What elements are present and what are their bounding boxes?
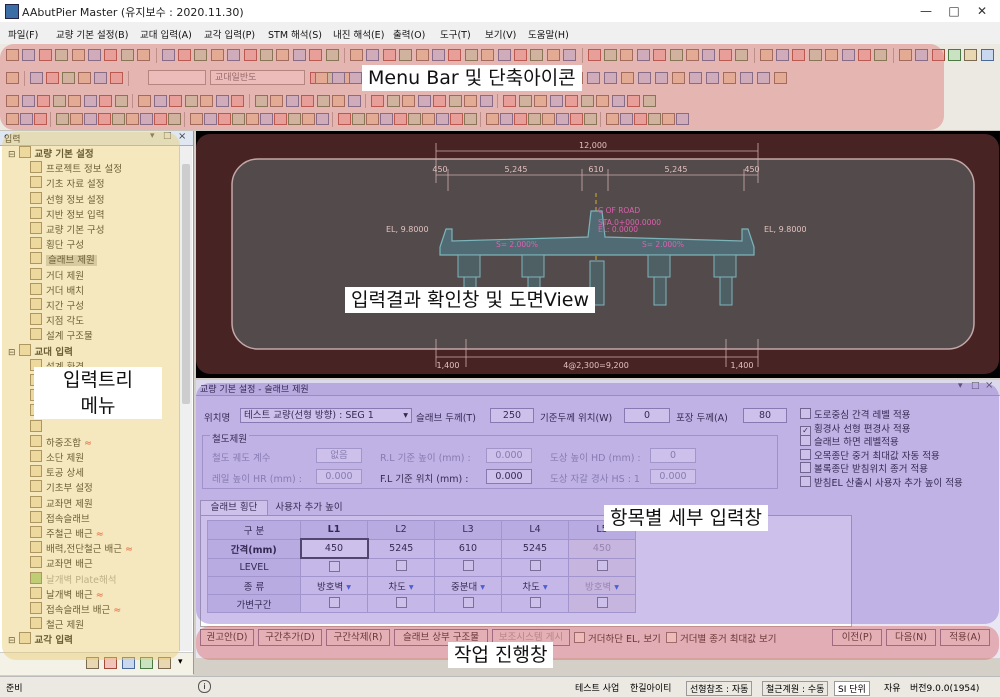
menu-output[interactable]: 출력(O): [393, 27, 425, 41]
toolbar-tool-icon[interactable]: [948, 49, 961, 61]
menu-file[interactable]: 파일(F): [8, 27, 38, 41]
tree-annotation: 입력트리 메뉴: [34, 367, 162, 419]
tree-scroll-thumb[interactable]: [182, 164, 190, 404]
panel-close-icon[interactable]: ×: [178, 131, 186, 142]
menu-pier-input[interactable]: 교각 입력(P): [204, 27, 255, 41]
status-project: 테스트 사업: [575, 684, 620, 694]
status-mode: 자유: [884, 684, 901, 694]
menu-stm-analysis[interactable]: STM 해석(S): [268, 27, 322, 41]
switcher-more-icon[interactable]: ▾: [178, 657, 183, 667]
window-title: AAbutPier Master (유지보수 : 2020.11.30): [22, 6, 244, 19]
progress-annotation: 작업 진행창: [448, 642, 554, 668]
status-bar: 준비 i 테스트 사업 한길아이티 선형참조 : 자동 철근계원 : 수동 SI…: [0, 676, 1000, 697]
menubar-annotation: Menu Bar 및 단축아이콘: [362, 65, 582, 91]
close-button[interactable]: ✕: [968, 2, 996, 20]
tree-scrollbar[interactable]: [179, 146, 192, 651]
toolbar-tool-icon[interactable]: [980, 49, 994, 61]
status-unit[interactable]: SI 단위: [834, 681, 870, 696]
menu-view[interactable]: 보기(V): [485, 27, 516, 41]
progress-highlight: [196, 626, 999, 660]
detail-highlight: [196, 383, 999, 624]
menu-bridge-setup[interactable]: 교량 기본 설정(B): [56, 27, 128, 41]
info-icon: i: [198, 680, 211, 693]
menu-help[interactable]: 도움말(H): [528, 27, 569, 41]
menu-tools[interactable]: 도구(T): [440, 27, 471, 41]
drawing-annotation: 입력결과 확인창 및 도면View: [345, 287, 596, 313]
minimize-button[interactable]: —: [912, 2, 940, 20]
status-alignment-ref[interactable]: 선형참조 : 자동: [686, 681, 753, 696]
title-bar: AAbutPier Master (유지보수 : 2020.11.30) — □…: [0, 0, 1000, 23]
status-ready: 준비: [6, 684, 23, 694]
status-version: 버전9.0.0(1954): [910, 684, 980, 694]
drawing-highlight: [196, 134, 999, 374]
menu-abutment-input[interactable]: 교대 입력(A): [140, 27, 192, 41]
detail-annotation: 항목별 세부 입력창: [604, 505, 768, 531]
status-rebar-mode[interactable]: 철근계원 : 수동: [762, 681, 829, 696]
toolbar-tool-icon[interactable]: [964, 49, 978, 61]
menu-bar: 파일(F) 교량 기본 설정(B) 교대 입력(A) 교각 입력(P) STM …: [0, 22, 1000, 44]
menu-seismic-analysis[interactable]: 내진 해석(E): [333, 27, 384, 41]
status-company: 한길아이티: [630, 684, 672, 694]
maximize-button[interactable]: □: [940, 2, 968, 20]
app-icon: [5, 4, 19, 19]
